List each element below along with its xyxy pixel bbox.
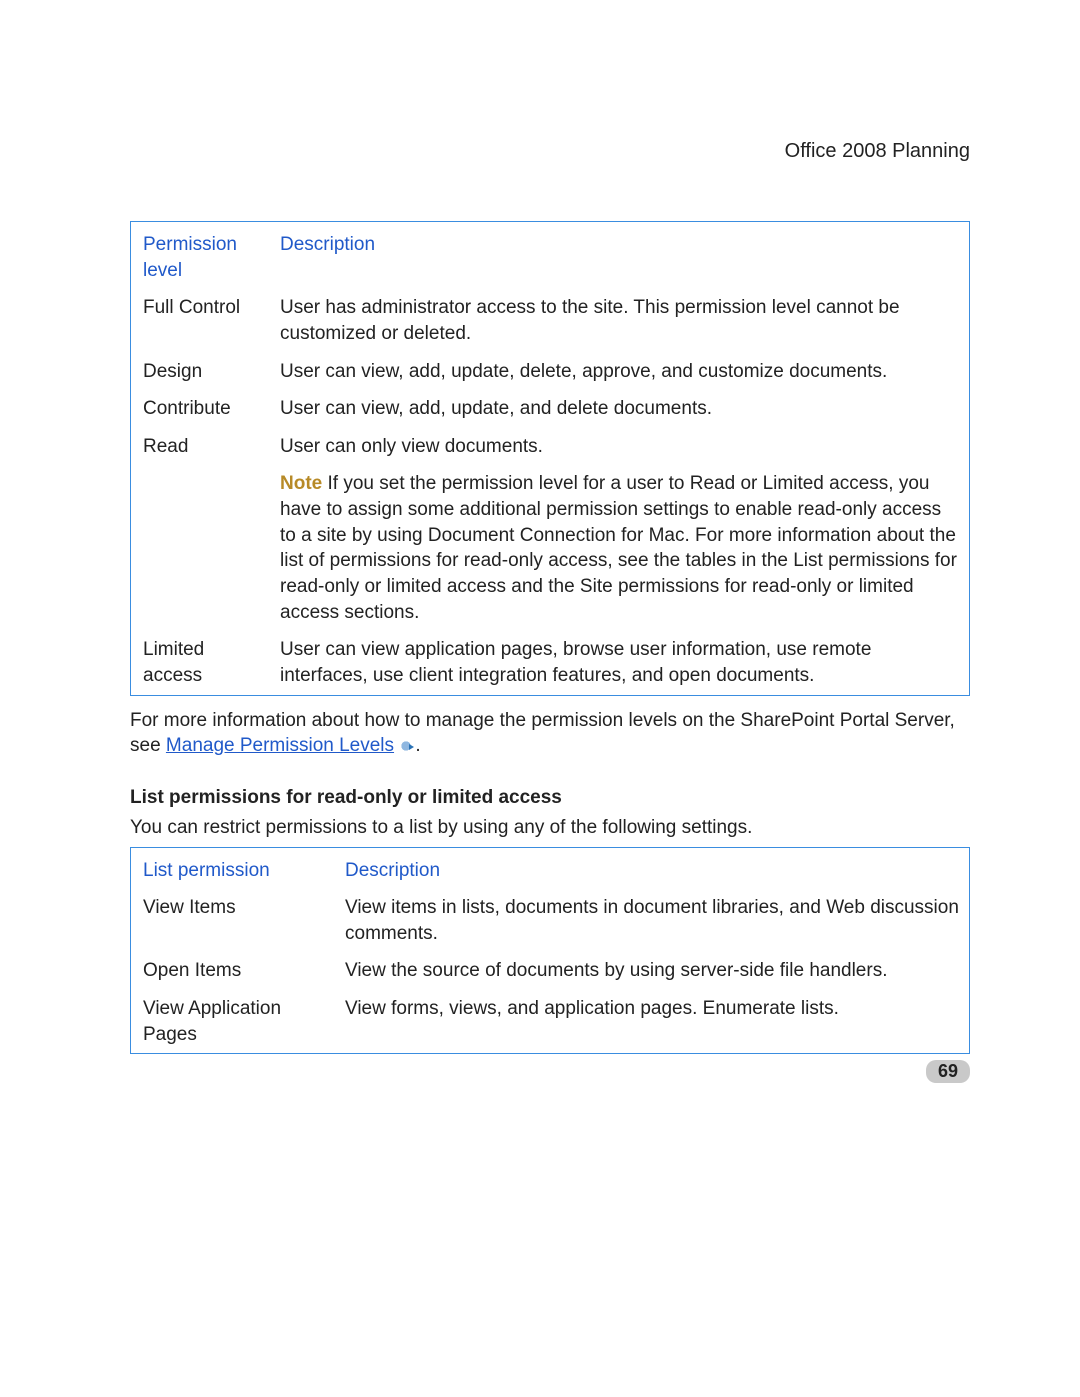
table2-cell-desc: View items in lists, documents in docume… xyxy=(333,889,970,952)
paragraph-after-table1: For more information about how to manage… xyxy=(130,708,970,759)
paragraph-before-table2: You can restrict permissions to a list b… xyxy=(130,815,970,841)
page-header-title: Office 2008 Planning xyxy=(130,140,970,163)
page-number-pill: 69 xyxy=(926,1060,970,1083)
page-number: 69 xyxy=(926,1060,970,1083)
note-text: If you set the permission level for a us… xyxy=(280,473,957,622)
note-label: Note xyxy=(280,473,322,494)
table1-cell-desc: User has administrator access to the sit… xyxy=(268,289,970,352)
table2-cell-perm: Open Items xyxy=(131,952,334,990)
table2-header-description: Description xyxy=(333,847,970,889)
list-permission-table: List permission Description View Items V… xyxy=(130,847,970,1055)
table1-cell-level: Full Control xyxy=(131,289,269,352)
table1-cell-level: Read xyxy=(131,428,269,466)
table2-cell-perm: View Application Pages xyxy=(131,990,334,1054)
table2-cell-desc: View the source of documents by using se… xyxy=(333,952,970,990)
external-link-icon xyxy=(401,739,415,753)
table1-cell-desc: User can view application pages, browse … xyxy=(268,631,970,695)
table2-header-list-permission: List permission xyxy=(131,847,334,889)
section-heading: List permissions for read-only or limite… xyxy=(130,787,970,809)
table1-cell-level: Design xyxy=(131,353,269,391)
document-page: Office 2008 Planning Permission level De… xyxy=(0,0,1080,1054)
manage-permission-levels-link[interactable]: Manage Permission Levels xyxy=(166,735,394,756)
table1-cell-level: Contribute xyxy=(131,390,269,428)
table1-cell-desc-note: Note If you set the permission level for… xyxy=(268,465,970,631)
table1-cell-level: Limited access xyxy=(131,631,269,695)
permission-level-table: Permission level Description Full Contro… xyxy=(130,221,970,696)
table1-header-permission-level: Permission level xyxy=(131,222,269,290)
table1-cell-desc: User can only view documents. xyxy=(268,428,970,466)
table1-header-description: Description xyxy=(268,222,970,290)
table1-cell-desc: User can view, add, update, delete, appr… xyxy=(268,353,970,391)
table2-cell-perm: View Items xyxy=(131,889,334,952)
table2-cell-desc: View forms, views, and application pages… xyxy=(333,990,970,1054)
table1-cell-desc: User can view, add, update, and delete d… xyxy=(268,390,970,428)
para-text-post: . xyxy=(415,735,420,756)
table1-cell-level xyxy=(131,465,269,631)
